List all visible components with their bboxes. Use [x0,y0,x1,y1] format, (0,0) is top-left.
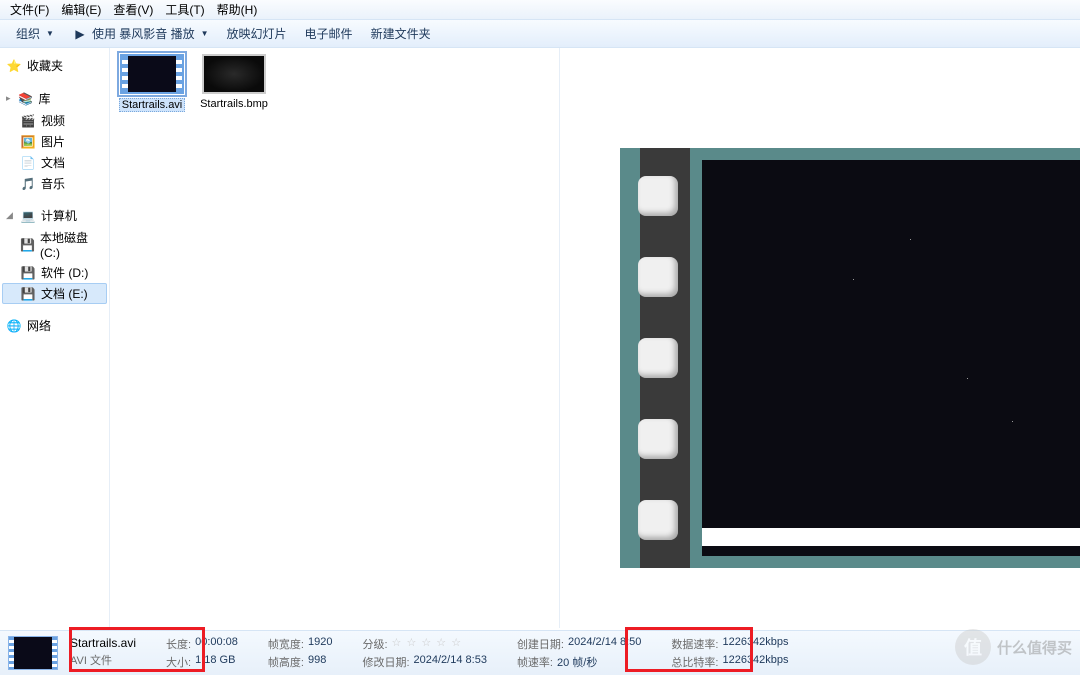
nav-drive-d[interactable]: 💾软件 (D:) [2,262,107,283]
email-button[interactable]: 电子邮件 [297,22,361,45]
computer-icon: 💻 [20,208,36,224]
details-frame-height: 998 [308,654,326,670]
chevron-down-icon: ▼ [46,29,54,38]
library-icon: 📚 [18,91,34,107]
nav-libraries[interactable]: ▸📚库 [2,87,107,110]
nav-documents[interactable]: 📄文档 [2,152,107,173]
slideshow-button[interactable]: 放映幻灯片 [219,22,295,45]
details-modified: 2024/2/14 8:53 [414,654,487,670]
details-frame-width: 1920 [308,636,332,652]
main-area: ⭐收藏夹 ▸📚库 🎬视频 🖼️图片 📄文档 🎵音乐 ◢💻计算机 💾本地磁盘 (C… [0,48,1080,628]
details-filename: Startrails.avi [70,636,136,650]
preview-image [702,160,1080,556]
file-list[interactable]: Startrails.avi Startrails.bmp [110,48,560,628]
menu-view[interactable]: 查看(V) [107,0,159,20]
watermark-text: 什么值得买 [997,637,1072,658]
film-frame [620,148,1080,568]
newfolder-button[interactable]: 新建文件夹 [363,22,439,45]
menu-edit[interactable]: 编辑(E) [55,0,107,20]
picture-icon: 🖼️ [20,134,36,150]
file-thumb-icon [120,54,184,94]
document-icon: 📄 [20,155,36,171]
file-name: Startrails.bmp [200,98,268,110]
details-datarate: 1226342kbps [722,636,788,652]
details-pane: Startrails.avi AVI 文件 长度:00:00:08 大小:1.1… [0,630,1080,675]
content-area: Startrails.avi Startrails.bmp [110,48,1080,628]
menu-bar: 文件(F) 编辑(E) 查看(V) 工具(T) 帮助(H) [0,0,1080,20]
chevron-down-icon: ▼ [201,29,209,38]
organize-button[interactable]: 组织▼ [8,22,62,45]
music-icon: 🎵 [20,176,36,192]
menu-help[interactable]: 帮助(H) [211,0,264,20]
watermark-badge-icon: 值 [955,629,991,665]
file-item-bmp[interactable]: Startrails.bmp [198,54,270,110]
drive-icon: 💾 [20,237,35,253]
details-bitrate: 1226342kbps [722,654,788,670]
file-item-avi[interactable]: Startrails.avi [116,54,188,112]
watermark: 值 什么值得买 [955,629,1072,665]
preview-pane [560,48,1080,628]
nav-computer[interactable]: ◢💻计算机 [2,204,107,227]
details-filetype: AVI 文件 [70,652,112,668]
expand-icon: ◢ [6,210,13,221]
nav-music[interactable]: 🎵音乐 [2,173,107,194]
nav-drive-e[interactable]: 💾文档 (E:) [2,283,107,304]
play-icon: ▶ [72,26,88,42]
nav-drive-c[interactable]: 💾本地磁盘 (C:) [2,227,107,262]
details-created: 2024/2/14 8:50 [568,636,641,652]
nav-videos[interactable]: 🎬视频 [2,110,107,131]
details-fps: 20 帧/秒 [557,654,597,670]
details-thumb-icon [8,636,58,670]
nav-favorites[interactable]: ⭐收藏夹 [2,54,107,77]
file-name: Startrails.avi [119,98,186,112]
play-button[interactable]: ▶使用 暴风影音 播放▼ [64,22,217,45]
drive-icon: 💾 [20,265,36,281]
film-sprockets [620,148,690,568]
expand-icon: ▸ [6,93,11,104]
rating-stars[interactable]: ☆ ☆ ☆ ☆ ☆ [392,636,463,652]
nav-sidebar: ⭐收藏夹 ▸📚库 🎬视频 🖼️图片 📄文档 🎵音乐 ◢💻计算机 💾本地磁盘 (C… [0,48,110,628]
file-thumb-icon [202,54,266,94]
nav-pictures[interactable]: 🖼️图片 [2,131,107,152]
menu-file[interactable]: 文件(F) [4,0,55,20]
network-icon: 🌐 [6,318,22,334]
details-size: 1.18 GB [195,654,235,670]
menu-tools[interactable]: 工具(T) [159,0,210,20]
star-icon: ⭐ [6,58,22,74]
nav-network[interactable]: 🌐网络 [2,314,107,337]
drive-icon: 💾 [20,286,36,302]
toolbar: 组织▼ ▶使用 暴风影音 播放▼ 放映幻灯片 电子邮件 新建文件夹 [0,20,1080,48]
video-icon: 🎬 [20,113,36,129]
details-length: 00:00:08 [195,636,238,652]
